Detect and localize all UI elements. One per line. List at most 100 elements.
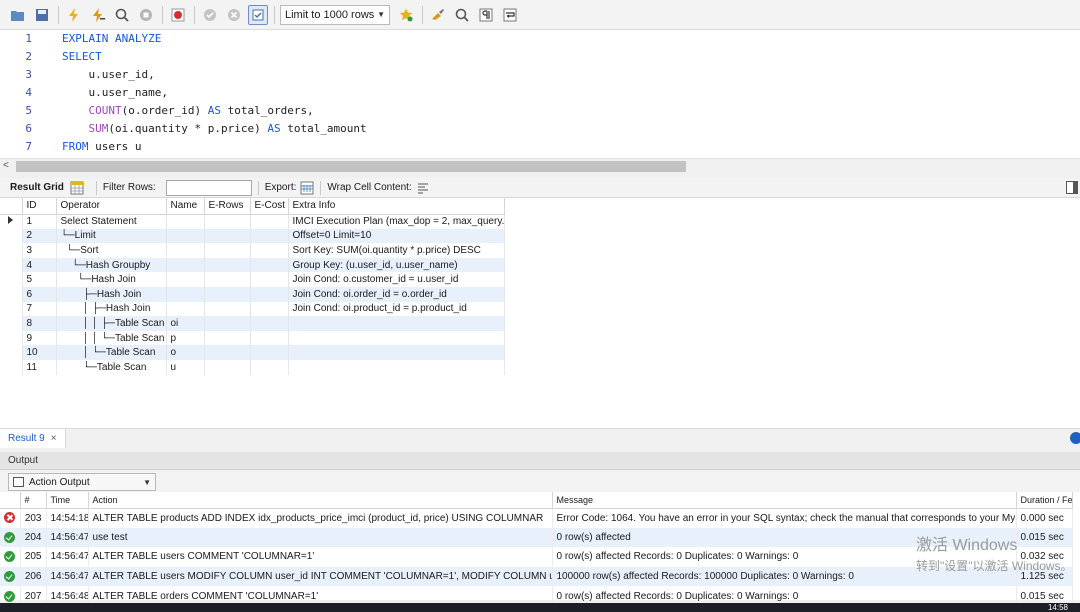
table-row[interactable]: 3 └─Sort Sort Key: SUM(oi.quantity * p.pr…	[0, 243, 505, 258]
table-cell[interactable]: Join Cond: oi.product_id = p.product_id	[288, 301, 505, 317]
save-icon[interactable]	[32, 5, 52, 25]
table-cell[interactable]: └─Limit	[56, 228, 167, 244]
code-line[interactable]: 3 u.user_id,	[0, 66, 1080, 84]
row-marker[interactable]	[0, 286, 23, 302]
export-icon[interactable]	[300, 181, 314, 195]
table-cell[interactable]: IMCI Execution Plan (max_dop = 2, max_qu…	[288, 214, 505, 229]
table-cell[interactable]: 5	[22, 272, 57, 287]
table-cell[interactable]	[204, 345, 251, 360]
table-cell[interactable]	[288, 330, 505, 346]
table-cell[interactable]	[204, 359, 251, 375]
table-cell[interactable]	[166, 257, 205, 273]
table-cell[interactable]: Group Key: (u.user_id, u.user_name)	[288, 257, 505, 273]
table-cell[interactable]: Select Statement	[56, 214, 167, 229]
table-cell[interactable]: 2	[22, 228, 57, 244]
table-cell[interactable]	[204, 228, 251, 244]
table-cell[interactable]	[288, 316, 505, 331]
sql-editor[interactable]: 1 EXPLAIN ANALYZE 2 SELECT 3 u.user_id, 4 u.u…	[0, 30, 1080, 158]
code-line[interactable]: 2 SELECT	[0, 48, 1080, 66]
table-row[interactable]: 6 ├─Hash Join Join Cond: oi.order_id = o.…	[0, 286, 505, 302]
output-column-header[interactable]: Message	[552, 492, 1017, 509]
table-cell[interactable]: 7	[22, 301, 57, 317]
table-row[interactable]: 2 └─Limit Offset=0 Limit=10	[0, 228, 505, 244]
table-cell[interactable]	[250, 214, 289, 229]
commit-icon[interactable]	[200, 5, 220, 25]
table-cell[interactable]	[204, 272, 251, 287]
table-cell[interactable]	[204, 243, 251, 258]
editor-horizontal-scrollbar[interactable]: <	[0, 158, 1080, 174]
close-icon[interactable]: ×	[51, 433, 57, 444]
row-marker[interactable]	[0, 214, 23, 229]
info-icon[interactable]	[1070, 432, 1080, 444]
table-row[interactable]: 4 └─Hash Groupby Group Key: (u.user_id, u…	[0, 257, 505, 273]
row-marker[interactable]	[0, 359, 23, 375]
table-cell[interactable]: 11	[22, 359, 57, 375]
row-marker[interactable]	[0, 316, 23, 331]
table-row[interactable]: 1 Select Statement IMCI Execution Plan (ma…	[0, 214, 505, 229]
table-cell[interactable]	[204, 301, 251, 317]
column-header[interactable]: ID	[22, 198, 57, 215]
table-row[interactable]: 7 │ ├─Hash Join Join Cond: oi.product_id …	[0, 301, 505, 317]
column-header[interactable]: Operator	[56, 198, 167, 215]
output-row[interactable]: 204 14:56:47 use test 0 row(s) affected 0.01…	[0, 527, 1073, 548]
row-marker[interactable]	[0, 257, 23, 273]
table-cell[interactable]	[250, 228, 289, 244]
table-cell[interactable]	[166, 286, 205, 302]
table-cell[interactable]: │ ├─Hash Join	[56, 301, 167, 317]
table-cell[interactable]	[250, 243, 289, 258]
wrap-lines-icon[interactable]	[500, 5, 520, 25]
code-line[interactable]: 1 EXPLAIN ANALYZE	[0, 30, 1080, 48]
table-cell[interactable]: │ │ ├─Table Scan	[56, 316, 167, 331]
table-cell[interactable]	[166, 272, 205, 287]
code-line[interactable]: 6 SUM(oi.quantity * p.price) AS total_am…	[0, 120, 1080, 138]
table-cell[interactable]: Join Cond: oi.order_id = o.order_id	[288, 286, 505, 302]
table-cell[interactable]: Join Cond: o.customer_id = u.user_id	[288, 272, 505, 287]
code-line[interactable]: 5 COUNT(o.order_id) AS total_orders,	[0, 102, 1080, 120]
code-line[interactable]: 7 FROM users u	[0, 138, 1080, 156]
table-cell[interactable]: └─Hash Join	[56, 272, 167, 287]
find-icon[interactable]	[452, 5, 472, 25]
autocommit-toggle-icon[interactable]	[248, 4, 268, 25]
table-row[interactable]: 5 └─Hash Join Join Cond: o.customer_id = …	[0, 272, 505, 287]
output-column-header[interactable]: Action	[88, 492, 553, 509]
table-cell[interactable]: └─Table Scan	[56, 359, 167, 375]
table-cell[interactable]	[250, 272, 289, 287]
table-cell[interactable]: 6	[22, 286, 57, 302]
table-cell[interactable]: p	[166, 330, 205, 346]
row-marker[interactable]	[0, 228, 23, 244]
table-cell[interactable]	[166, 228, 205, 244]
table-cell[interactable]: 10	[22, 345, 57, 360]
table-cell[interactable]: ├─Hash Join	[56, 286, 167, 302]
column-header[interactable]: Name	[166, 198, 205, 215]
scroll-left-icon[interactable]: <	[3, 160, 9, 171]
table-cell[interactable]	[250, 359, 289, 375]
output-row[interactable]: 206 14:56:47 ALTER TABLE users MODIFY COLU…	[0, 566, 1073, 587]
execute-statement-icon[interactable]	[88, 5, 108, 25]
row-marker[interactable]	[0, 272, 23, 287]
favorite-star-icon[interactable]	[396, 5, 416, 25]
output-type-select[interactable]: Action Output ▼	[8, 473, 156, 491]
table-cell[interactable]	[250, 286, 289, 302]
table-cell[interactable]: 4	[22, 257, 57, 273]
toggle-side-panel-icon[interactable]	[1066, 181, 1078, 194]
output-column-header[interactable]: Duration / Fe	[1016, 492, 1073, 509]
output-column-header[interactable]	[0, 492, 21, 509]
row-marker[interactable]	[0, 243, 23, 258]
output-row[interactable]: 203 14:54:18 ALTER TABLE products ADD INDE…	[0, 508, 1073, 528]
table-row[interactable]: 11 └─Table Scan u	[0, 359, 505, 375]
table-cell[interactable]: o	[166, 345, 205, 360]
table-cell[interactable]	[250, 330, 289, 346]
rollback-icon[interactable]	[224, 5, 244, 25]
table-row[interactable]: 10 │ └─Table Scan o	[0, 345, 505, 360]
table-cell[interactable]	[204, 257, 251, 273]
table-cell[interactable]: Sort Key: SUM(oi.quantity * p.price) DES…	[288, 243, 505, 258]
table-cell[interactable]	[166, 214, 205, 229]
table-cell[interactable]	[250, 301, 289, 317]
table-row[interactable]: 9 │ │ └─Table Scan p	[0, 330, 505, 346]
table-cell[interactable]: │ └─Table Scan	[56, 345, 167, 360]
row-marker[interactable]	[0, 301, 23, 317]
table-cell[interactable]	[250, 345, 289, 360]
output-column-header[interactable]: #	[20, 492, 47, 509]
row-marker[interactable]	[0, 345, 23, 360]
table-cell[interactable]: u	[166, 359, 205, 375]
